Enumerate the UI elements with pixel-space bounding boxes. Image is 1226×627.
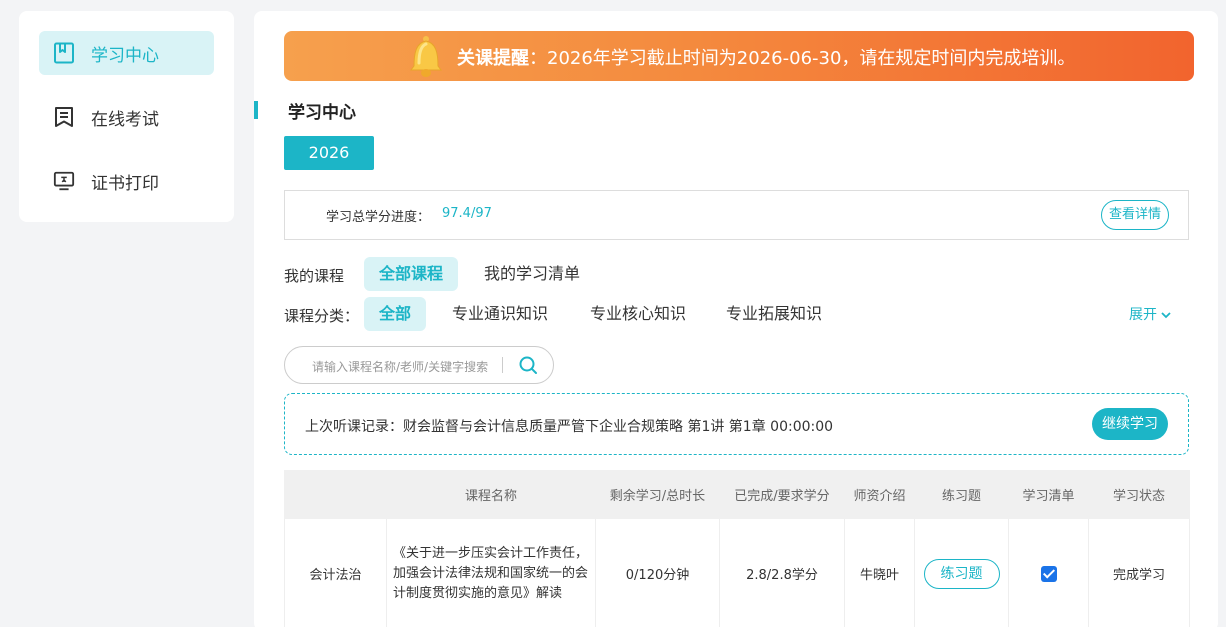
column-header: 学习清单: [1008, 470, 1089, 519]
book-icon: [53, 42, 75, 64]
page-title: 学习中心: [288, 102, 356, 123]
my-courses-label: 我的课程: [284, 267, 345, 285]
search-input[interactable]: 请输入课程名称/老师/关键字搜索: [312, 358, 488, 375]
table-row: 会计法治 《关于进一步压实会计工作责任，加强会计法律法规和国家统一的会计制度贯彻…: [284, 518, 1190, 627]
category-label: 课程分类：: [284, 307, 360, 325]
course-name[interactable]: 《关于进一步压实会计工作责任，加强会计法律法规和国家统一的会计制度贯彻实施的意见…: [386, 518, 596, 627]
category-general[interactable]: 专业通识知识: [437, 297, 563, 331]
credits-completed: 2.8/2.8学分: [719, 518, 845, 627]
table-header-row: 课程名称 剩余学习/总时长 已完成/要求学分 师资介绍 练习题 学习清单 学习状…: [284, 470, 1190, 519]
banner-message: ：2026年学习截止时间为2026-06-30，请在规定时间内完成培训。: [529, 48, 1076, 69]
sidebar-item-learning-center[interactable]: 学习中心: [39, 31, 214, 75]
tab-my-study-list[interactable]: 我的学习清单: [469, 257, 595, 291]
exercise-cell: 练习题: [914, 518, 1009, 627]
sidebar-item-label: 学习中心: [91, 45, 159, 66]
category-core[interactable]: 专业核心知识: [575, 297, 701, 331]
sidebar-item-online-exam[interactable]: 在线考试: [39, 95, 214, 139]
last-record-box: 上次听课记录：财会监督与会计信息质量严管下企业合规策略 第1讲 第1章 00:0…: [284, 393, 1189, 455]
reminder-banner: 关课提醒：2026年学习截止时间为2026-06-30，请在规定时间内完成培训。: [284, 31, 1194, 81]
column-header: 课程名称: [386, 470, 596, 519]
learning-status: 完成学习: [1088, 518, 1190, 627]
course-category: 会计法治: [284, 518, 387, 627]
teacher-name[interactable]: 牛晓叶: [844, 518, 915, 627]
section-title: 学习中心: [254, 99, 356, 123]
search-divider: [502, 357, 503, 373]
banner-text: 关课提醒：2026年学习截止时间为2026-06-30，请在规定时间内完成培训。: [457, 44, 1075, 70]
course-search: 请输入课程名称/老师/关键字搜索: [284, 346, 554, 384]
tab-all-courses[interactable]: 全部课程: [364, 257, 459, 291]
remaining-time: 0/120分钟: [595, 518, 720, 627]
category-all[interactable]: 全部: [364, 297, 427, 331]
exam-icon: [53, 106, 75, 128]
study-list-checkbox[interactable]: [1040, 565, 1057, 582]
column-header: 练习题: [914, 470, 1009, 519]
sidebar-item-label: 在线考试: [91, 109, 159, 130]
credit-progress-box: 学习总学分进度： 97.4/97 查看详情: [284, 190, 1189, 240]
category-extended[interactable]: 专业拓展知识: [711, 297, 837, 331]
banner-bold: 关课提醒: [457, 48, 529, 69]
certificate-icon: [53, 170, 75, 192]
course-table: 课程名称 剩余学习/总时长 已完成/要求学分 师资介绍 练习题 学习清单 学习状…: [284, 470, 1190, 627]
search-icon[interactable]: [518, 355, 538, 375]
column-header: 学习状态: [1088, 470, 1190, 519]
progress-label: 学习总学分进度：: [326, 210, 431, 225]
chevron-down-icon: [1161, 312, 1172, 319]
last-record-text: 上次听课记录：财会监督与会计信息质量严管下企业合规策略 第1讲 第1章 00:0…: [305, 419, 834, 435]
sidebar-item-label: 证书打印: [91, 173, 159, 194]
column-header: 剩余学习/总时长: [595, 470, 720, 519]
study-list-cell: [1008, 518, 1089, 627]
sidebar: 学习中心 在线考试 证书打印: [19, 11, 234, 222]
continue-learning-button[interactable]: 继续学习: [1092, 408, 1168, 440]
year-button[interactable]: 2026: [284, 136, 374, 170]
column-header: [284, 470, 387, 519]
exercise-button[interactable]: 练习题: [923, 558, 1000, 589]
expand-toggle[interactable]: 展开: [1129, 304, 1172, 324]
column-header: 师资介绍: [844, 470, 915, 519]
main-panel: 关课提醒：2026年学习截止时间为2026-06-30，请在规定时间内完成培训。…: [254, 11, 1218, 627]
sidebar-item-certificate-print[interactable]: 证书打印: [39, 159, 214, 203]
expand-label: 展开: [1129, 307, 1157, 323]
bell-icon: [406, 33, 446, 79]
column-header: 已完成/要求学分: [719, 470, 845, 519]
progress-value: 97.4/97: [442, 206, 492, 221]
title-accent-bar: [254, 101, 258, 119]
view-details-button[interactable]: 查看详情: [1101, 200, 1169, 230]
